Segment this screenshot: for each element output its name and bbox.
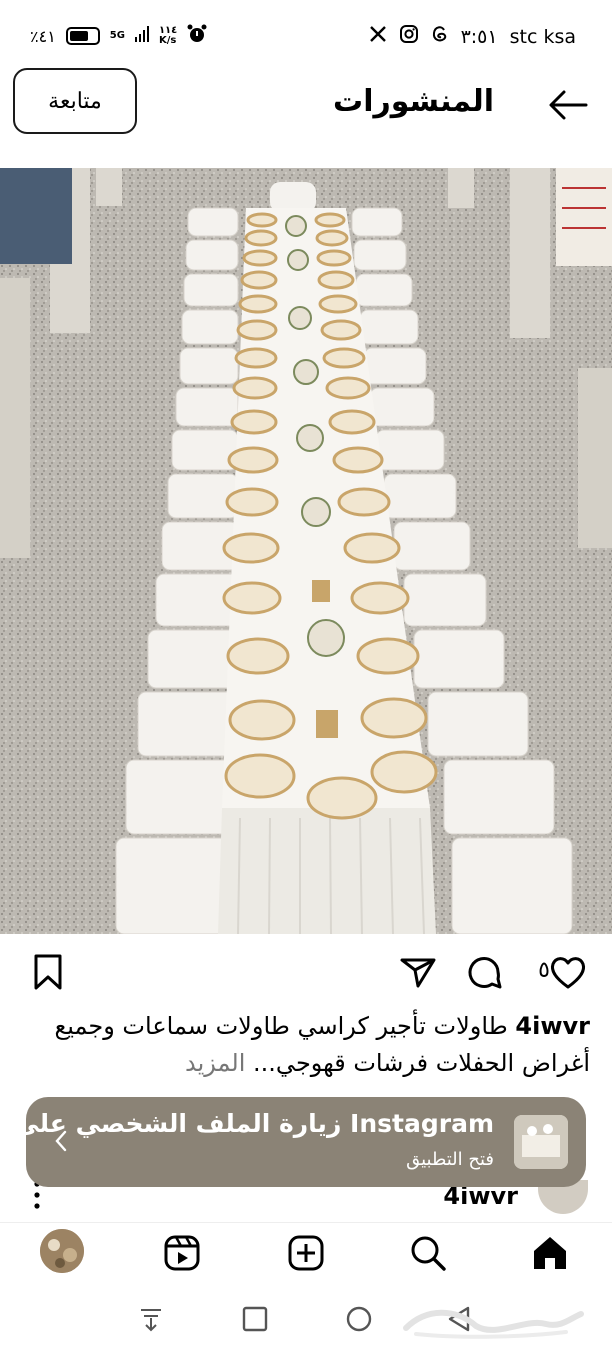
- recents-icon[interactable]: [240, 1304, 270, 1334]
- home-circle-icon[interactable]: [344, 1304, 374, 1334]
- comment-icon[interactable]: [464, 952, 504, 992]
- profile-avatar[interactable]: [40, 1229, 84, 1273]
- threads-icon: [431, 24, 449, 49]
- open-app-banner[interactable]: زيارة الملف الشخصي على Instagram فتح الت…: [14, 1097, 586, 1187]
- search-icon[interactable]: [408, 1233, 448, 1273]
- plus-square-icon[interactable]: [286, 1233, 326, 1273]
- post-photo[interactable]: [0, 168, 612, 934]
- battery-icon: [65, 27, 100, 45]
- heart-icon[interactable]: [548, 952, 588, 992]
- speed-unit: K/s: [158, 35, 177, 46]
- battery-percent: ٪٤١: [30, 26, 56, 46]
- alarm-icon: [187, 24, 207, 48]
- banner-subtitle: فتح التطبيق: [406, 1149, 494, 1170]
- status-right: ٣:٥١ stc ksa: [369, 24, 576, 49]
- clock-time: ٣:٥١: [460, 25, 498, 48]
- carrier-name: stc ksa: [509, 25, 576, 48]
- post-caption: 4iwvr طاولات تأجير كراسي طاولات سماعات و…: [30, 1008, 590, 1082]
- banner-title: زيارة الملف الشخصي على Instagram: [14, 1109, 494, 1138]
- bookmark-icon[interactable]: [28, 952, 68, 992]
- follow-button[interactable]: متابعة: [13, 68, 137, 134]
- watermark-logo: [396, 1298, 586, 1342]
- banner-thumbnail: [514, 1115, 568, 1169]
- more-link[interactable]: المزيد: [185, 1049, 253, 1077]
- status-bar: ٪٤١ 5G ١١٤ K/s ٣:٥١ stc ksa: [0, 0, 612, 70]
- instagram-icon: [399, 24, 419, 49]
- status-left: ٪٤١ 5G ١١٤ K/s: [30, 24, 207, 48]
- network-type: 5G: [109, 30, 125, 41]
- home-icon[interactable]: [530, 1233, 570, 1273]
- arrow-left-icon[interactable]: [548, 88, 588, 122]
- x-icon: [369, 25, 387, 48]
- send-icon[interactable]: [398, 952, 438, 992]
- post-actions: ٥: [0, 946, 612, 998]
- page-title: المنشورات: [333, 84, 494, 119]
- notification-shade-icon[interactable]: [136, 1304, 166, 1334]
- system-nav: [0, 1290, 612, 1350]
- bottom-nav: [0, 1222, 612, 1280]
- caption-text: طاولات تأجير كراسي طاولات سماعات وجميع أ…: [54, 1012, 590, 1077]
- app-header: متابعة المنشورات: [0, 64, 612, 148]
- caption-username[interactable]: 4iwvr: [515, 1012, 590, 1040]
- reels-icon[interactable]: [162, 1233, 202, 1273]
- network-speed: ١١٤ K/s: [159, 26, 177, 46]
- signal-icon: [134, 26, 149, 46]
